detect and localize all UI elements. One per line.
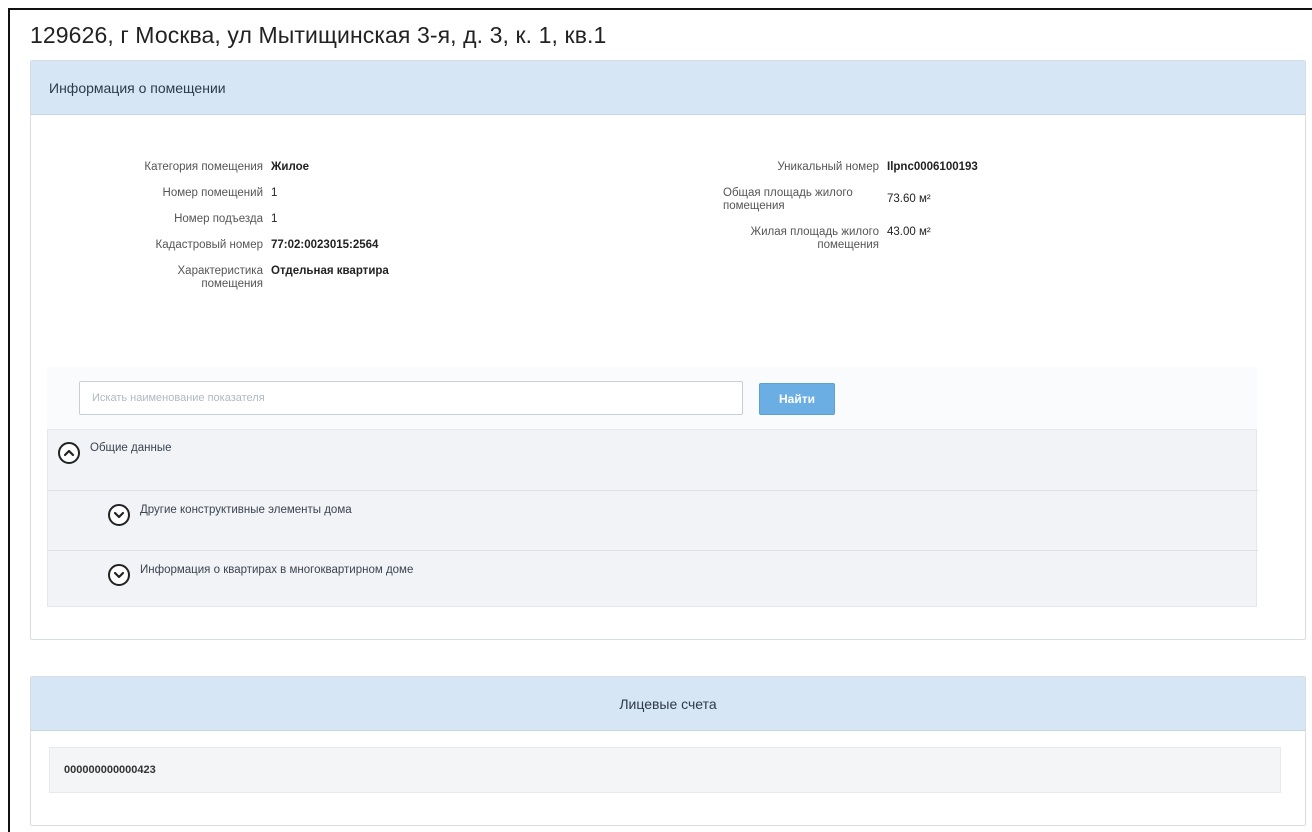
accordion-item-apartments[interactable]: Информация о квартирах в многоквартирном… <box>108 564 413 586</box>
accordion-label: Информация о квартирах в многоквартирном… <box>140 564 414 576</box>
field-label: Категория помещения <box>144 161 263 173</box>
field-row: Кадастровый номер 77:02:0023015:2564 <box>31 239 671 252</box>
accordion-label: Другие конструктивные элементы дома <box>140 504 352 516</box>
chevron-up-icon[interactable] <box>58 442 80 464</box>
accounts-panel-header: Лицевые счета <box>31 677 1305 731</box>
field-value: 1 <box>271 187 278 199</box>
field-row: Номер помещений 1 <box>31 187 671 200</box>
field-label: Номер помещений <box>162 187 263 199</box>
accordion-item-structural[interactable]: Другие конструктивные элементы дома <box>108 504 352 526</box>
search-input[interactable] <box>79 381 743 415</box>
info-fields-right: Уникальный номер Ilpnc0006100193 Общая п… <box>671 161 1307 265</box>
field-value: Ilpnc0006100193 <box>887 161 978 173</box>
chevron-down-icon[interactable] <box>108 564 130 586</box>
field-label: Номер подъезда <box>174 213 263 225</box>
field-row: Уникальный номер Ilpnc0006100193 <box>671 161 1307 174</box>
field-value: 43.00 м² <box>887 226 931 238</box>
info-panel: Информация о помещении Категория помещен… <box>30 60 1306 640</box>
info-panel-header: Информация о помещении <box>31 61 1305 115</box>
field-row: Жилая площадь жилого помещения 43.00 м² <box>671 226 1307 252</box>
accordion: Общие данные Другие конструктивные элеме… <box>47 429 1258 607</box>
page-title: 129626, г Москва, ул Мытищинская 3-я, д.… <box>30 22 607 48</box>
field-row: Номер подъезда 1 <box>31 213 671 226</box>
field-value: Отдельная квартира <box>271 265 389 277</box>
field-value: 77:02:0023015:2564 <box>271 239 379 251</box>
chevron-down-icon[interactable] <box>108 504 130 526</box>
field-value: 1 <box>271 213 278 225</box>
field-label: Жилая площадь жилого помещения <box>750 226 879 251</box>
search-zone: Найти <box>47 367 1257 429</box>
field-label: Уникальный номер <box>777 161 879 173</box>
accordion-label: Общие данные <box>90 442 172 454</box>
field-label: Характеристика помещения <box>177 265 264 290</box>
field-row: Категория помещения Жилое <box>31 161 671 174</box>
field-label: Общая площадь жилого помещения <box>723 187 853 212</box>
accounts-panel: Лицевые счета 000000000000423 <box>30 676 1306 826</box>
search-button[interactable]: Найти <box>759 383 835 415</box>
field-value: 73.60 м² <box>887 193 931 205</box>
field-row: Общая площадь жилого помещения 73.60 м² <box>671 187 1307 213</box>
field-label: Кадастровый номер <box>155 239 263 251</box>
accordion-item-general[interactable]: Общие данные <box>58 442 171 464</box>
account-row[interactable]: 000000000000423 <box>49 747 1281 793</box>
divider <box>48 550 1258 551</box>
account-number[interactable]: 000000000000423 <box>64 764 156 776</box>
divider <box>48 490 1258 491</box>
info-fields-left: Категория помещения Жилое Номер помещени… <box>31 161 671 304</box>
field-value: Жилое <box>271 161 310 173</box>
field-row: Характеристика помещения Отдельная кварт… <box>31 265 671 291</box>
